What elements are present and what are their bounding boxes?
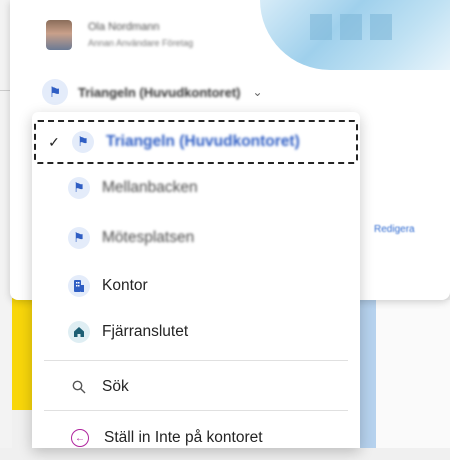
menu-item-label: Triangeln (Huvudkontoret) <box>106 133 300 150</box>
building-pin-icon: ⚑ <box>68 177 90 199</box>
menu-divider <box>44 410 348 411</box>
search-icon <box>68 376 90 398</box>
building-pin-icon: ⚑ <box>42 79 68 105</box>
building-pin-icon: ⚑ <box>72 131 94 153</box>
chevron-down-icon: ⌄ <box>252 85 263 99</box>
art-block <box>340 14 362 40</box>
menu-item-label: Sök <box>102 378 129 395</box>
menu-item-mellanbacken[interactable]: ⚑ Mellanbacken <box>32 166 360 210</box>
work-location-label: Triangeln (Huvudkontoret) <box>78 84 241 100</box>
menu-item-kontor[interactable]: Kontor <box>32 264 360 308</box>
menu-item-label: Kontor <box>102 277 148 294</box>
menu-item-motesplatsen[interactable]: ⚑ Mötesplatsen <box>32 216 360 260</box>
home-icon <box>68 321 90 343</box>
office-building-icon <box>68 275 90 297</box>
menu-item-label: Ställ in Inte på kontoret <box>104 429 263 446</box>
building-pin-icon: ⚑ <box>68 227 90 249</box>
avatar <box>46 20 72 50</box>
work-location-selector[interactable]: ⚑ Triangeln (Huvudkontoret) ⌄ <box>42 78 263 106</box>
art-block <box>370 14 392 40</box>
background-event-yellow <box>12 298 32 410</box>
checkmark-icon: ✓ <box>48 133 60 150</box>
art-block <box>310 14 332 40</box>
background-calendar <box>376 300 450 448</box>
menu-divider <box>44 360 348 361</box>
menu-item-label: Fjärranslutet <box>102 323 189 340</box>
away-arrow-icon: ← <box>71 429 89 447</box>
card-header-art <box>260 0 450 70</box>
menu-item-triangeln[interactable]: ✓ ⚑ Triangeln (Huvudkontoret) <box>34 120 358 164</box>
work-location-menu: ✓ ⚑ Triangeln (Huvudkontoret) ⚑ Mellanba… <box>32 112 360 448</box>
edit-link[interactable]: Redigera <box>374 224 415 235</box>
menu-item-label: Mötesplatsen <box>102 229 195 246</box>
user-name: Ola Nordmann <box>88 21 160 33</box>
menu-item-label: Mellanbacken <box>102 179 198 196</box>
menu-item-fjarranslutet[interactable]: Fjärranslutet <box>32 310 360 354</box>
menu-item-search[interactable]: Sök <box>32 365 360 409</box>
user-subtitle: Annan Användare Företag <box>88 38 194 48</box>
menu-item-set-away[interactable]: ← Ställ in Inte på kontoret <box>32 416 360 460</box>
